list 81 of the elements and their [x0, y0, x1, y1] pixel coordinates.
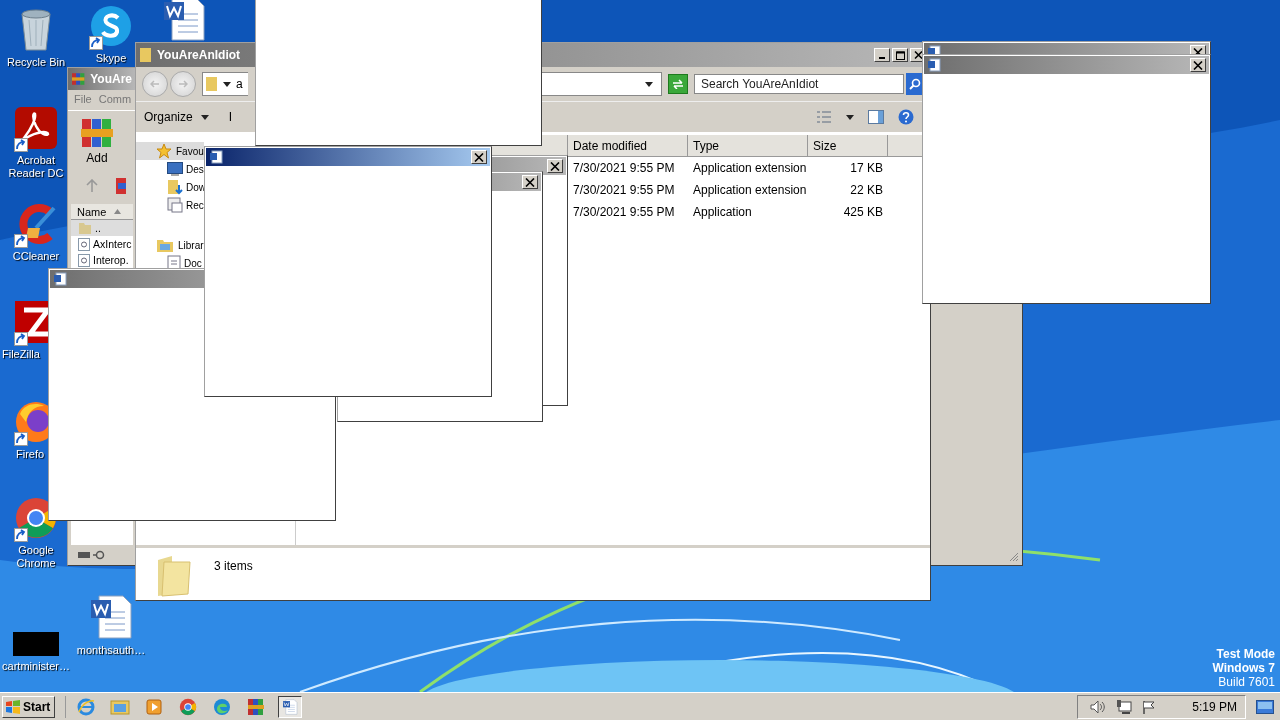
- desktop-icon-label[interactable]: Firefo: [16, 448, 45, 461]
- nav-item[interactable]: Rec: [136, 196, 204, 214]
- column-header[interactable]: Type: [688, 135, 808, 157]
- item-count: 3 items: [214, 558, 253, 573]
- toolbar-button[interactable]: Organize: [142, 108, 211, 126]
- file-name[interactable]: AxInterc: [93, 238, 132, 250]
- caret-icon[interactable]: [846, 114, 854, 120]
- address-bar[interactable]: a: [202, 72, 248, 96]
- table-cell-text: Application extension: [692, 183, 808, 197]
- search-icon[interactable]: [909, 78, 921, 90]
- preview-pane-icon[interactable]: [868, 110, 884, 124]
- folder-icon: [206, 76, 218, 92]
- refresh-arrows-icon[interactable]: [672, 79, 684, 89]
- archive-books-icon[interactable]: [80, 117, 114, 149]
- caret-icon[interactable]: [645, 81, 653, 87]
- desktop-icon-label[interactable]: Skype: [95, 52, 127, 65]
- search-field[interactable]: Search YouAreAnIdiot: [694, 74, 904, 94]
- taskbar-app-button[interactable]: [278, 695, 303, 718]
- table-cell-text: Application extension: [692, 161, 808, 175]
- table-cell-text: 7/30/2021 9:55 PM: [572, 205, 676, 219]
- test-mode-text: Windows 7: [1212, 661, 1275, 675]
- folder-icon: [140, 47, 152, 63]
- caret-icon[interactable]: [223, 81, 231, 87]
- word-document-icon: [282, 698, 299, 715]
- minimize-button[interactable]: [874, 48, 890, 62]
- table-cell-text: 425 KB: [842, 205, 884, 219]
- desktop-icon-label[interactable]: Google Chrome: [6, 544, 66, 570]
- column-header[interactable]: Name: [71, 204, 133, 220]
- refresh-button[interactable]: [668, 74, 688, 94]
- document-window-icon: [209, 150, 223, 164]
- speaker-icon[interactable]: [1090, 699, 1107, 714]
- test-mode-text: Test Mode: [1216, 647, 1275, 661]
- desktop-icon-label[interactable]: Acrobat Reader DC: [6, 154, 66, 180]
- title-bar[interactable]: [206, 148, 490, 166]
- library-icon: [156, 237, 174, 253]
- add-button[interactable]: Add: [80, 117, 114, 165]
- table-cell-text: 7/30/2021 9:55 PM: [572, 183, 676, 197]
- test-mode-text: Build 7601: [1218, 675, 1275, 690]
- archive-path-icon: [116, 178, 126, 194]
- window-title: YouAreAnIdiot: [157, 48, 241, 62]
- nav-item[interactable]: Librar: [136, 236, 204, 254]
- windows-flag-icon[interactable]: [5, 699, 21, 714]
- archiver-icon: [72, 72, 86, 86]
- desktop-icon-label[interactable]: FileZilla: [2, 348, 40, 361]
- file-icon: [78, 237, 90, 251]
- start-button[interactable]: Start: [2, 695, 56, 718]
- table-cell-text: 22 KB: [849, 183, 884, 197]
- document-window-icon: [53, 272, 67, 286]
- recent-places-icon: [167, 197, 183, 213]
- sort-arrow-icon: [114, 209, 122, 214]
- window-title: YouAre: [90, 72, 132, 86]
- nav-item[interactable]: Favou: [136, 142, 204, 160]
- table-cell-text: Application: [692, 205, 753, 219]
- table-cell-text: 7/30/2021 9:55 PM: [572, 161, 676, 175]
- download-folder-icon: [167, 179, 183, 195]
- desktop-icon-label[interactable]: CCleaner: [12, 250, 60, 263]
- folder-icon: [156, 554, 192, 598]
- resize-grip-icon[interactable]: [1009, 552, 1019, 562]
- column-header[interactable]: Date modified: [568, 135, 688, 157]
- flag-icon[interactable]: [1142, 699, 1157, 714]
- nav-item[interactable]: Des: [136, 160, 204, 178]
- column-header[interactable]: Size: [808, 135, 888, 157]
- help-icon[interactable]: [898, 109, 914, 125]
- clock[interactable]: 5:19 PM: [1192, 699, 1237, 714]
- word-document-icon: [89, 594, 133, 640]
- table-cell-text: 17 KB: [849, 161, 884, 175]
- show-desktop-icon[interactable]: [1256, 699, 1274, 714]
- file-name[interactable]: ..: [95, 222, 101, 234]
- caret-icon[interactable]: [200, 114, 209, 120]
- toolbar-button[interactable]: I: [226, 108, 235, 126]
- chrome-icon: [179, 697, 198, 716]
- monitor-icon: [167, 162, 183, 176]
- desktop-icon-label[interactable]: Recycle Bin: [6, 56, 66, 69]
- pdf-reader-icon: [14, 106, 58, 150]
- desktop-icon-label[interactable]: monthsauth…: [76, 644, 146, 657]
- desktop-icon-label[interactable]: cartminister…: [2, 660, 70, 673]
- star-icon: [156, 143, 172, 159]
- thumbnail-icon: [13, 632, 59, 656]
- network-icon[interactable]: [1116, 699, 1133, 714]
- chat-app-icon: [89, 4, 133, 48]
- file-name[interactable]: Interop.: [93, 254, 129, 266]
